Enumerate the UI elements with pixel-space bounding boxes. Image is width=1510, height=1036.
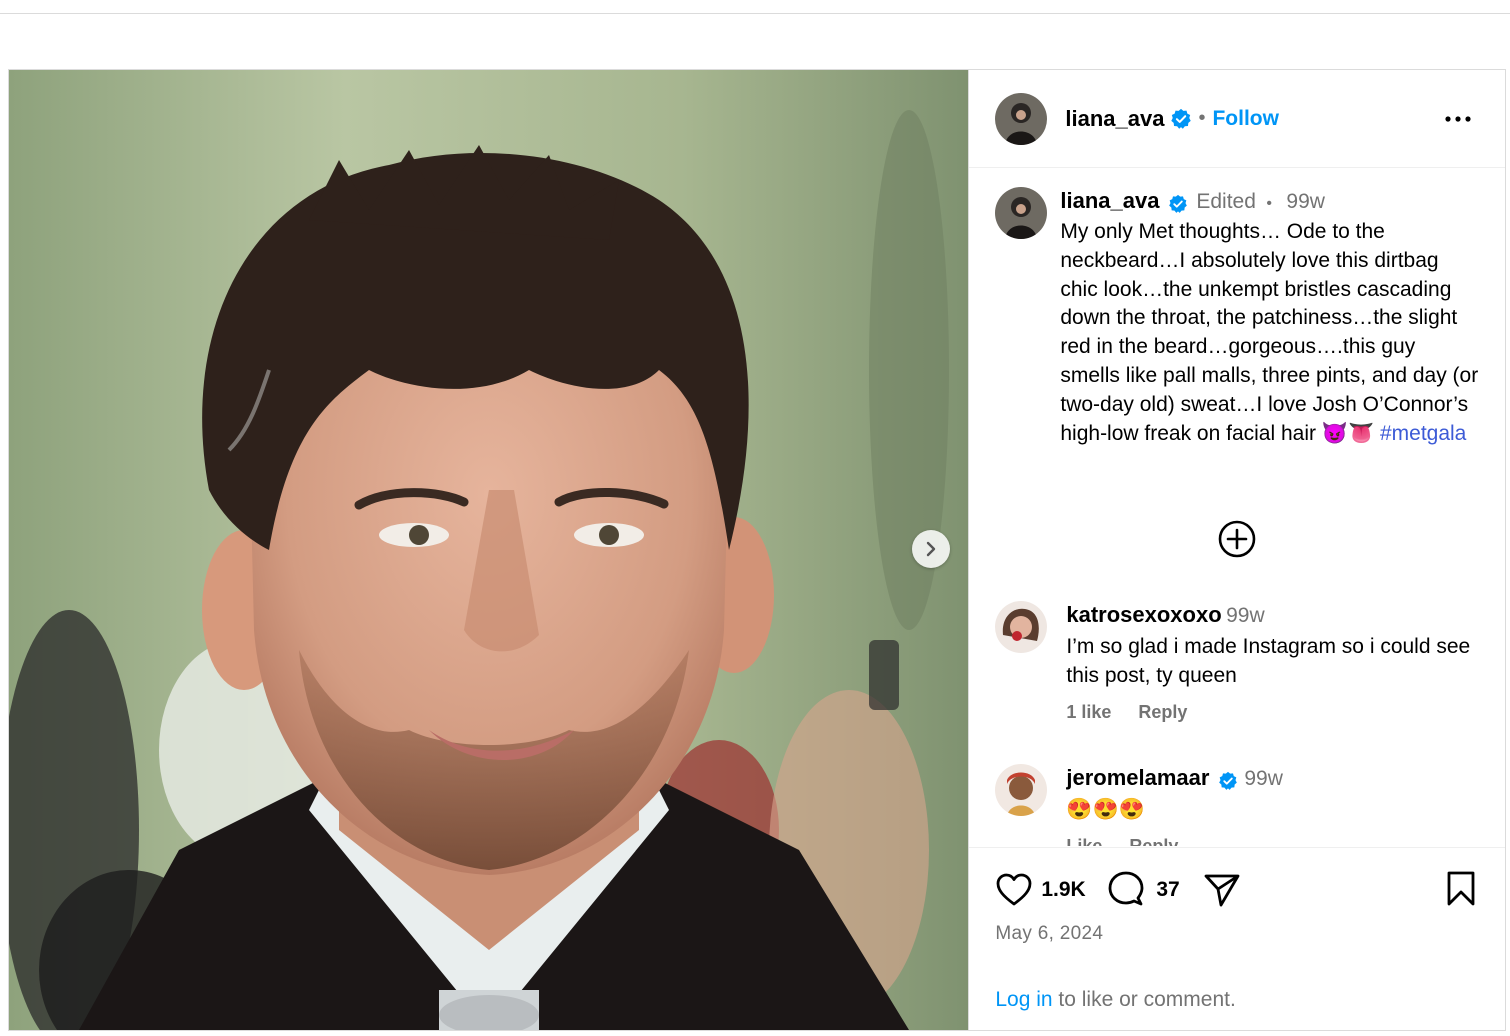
- comment-body: jeromelamaar 99w 😍😍😍 Like Reply: [1066, 764, 1486, 846]
- comment-reply-button[interactable]: Reply: [1129, 836, 1178, 846]
- caption-age[interactable]: 99w: [1286, 190, 1325, 213]
- post-actions: 1.9K 37 May 6, 2024 Log in to like or co…: [969, 847, 1505, 1030]
- caption-separator: •: [1266, 195, 1272, 212]
- comment-avatar[interactable]: [995, 601, 1048, 653]
- caption-text-body: My only Met thoughts… Ode to the neckbea…: [1060, 220, 1479, 445]
- comment-like-button[interactable]: Like: [1066, 836, 1102, 846]
- comments-scroll-area[interactable]: liana_ava Edited • 99w My only Met thoug…: [969, 169, 1505, 846]
- avatar-image: [995, 187, 1048, 239]
- post-dialog: liana_ava • Follow liana_ava Edited • 99…: [8, 69, 1506, 1031]
- verified-badge-icon: [1171, 108, 1192, 129]
- edited-label: Edited: [1196, 190, 1256, 213]
- post-photo: [9, 70, 969, 1030]
- comment-username[interactable]: jeromelamaar: [1066, 765, 1209, 790]
- comment-text: I’m so glad i made Instagram so i could …: [1066, 635, 1471, 687]
- comment-username[interactable]: katrosexoxoxo: [1066, 602, 1221, 627]
- verified-badge-icon: [1169, 194, 1187, 213]
- bookmark-icon[interactable]: [1445, 870, 1477, 908]
- comment-age[interactable]: 99w: [1244, 767, 1283, 790]
- comment-item: jeromelamaar 99w 😍😍😍 Like Reply: [995, 764, 1486, 846]
- heart-icon[interactable]: [995, 872, 1033, 908]
- caption-username[interactable]: liana_ava: [1060, 188, 1159, 213]
- comment-bubble-icon[interactable]: [1107, 870, 1145, 908]
- likes-count[interactable]: 1.9K: [1041, 878, 1085, 902]
- comment-actions: 1 like Reply: [1066, 702, 1486, 723]
- verified-badge-icon: [1219, 771, 1237, 790]
- chevron-right-icon: [926, 541, 936, 557]
- post-header: liana_ava • Follow: [969, 70, 1505, 168]
- login-link[interactable]: Log in: [995, 988, 1052, 1011]
- caption: liana_ava Edited • 99w My only Met thoug…: [995, 187, 1480, 448]
- comment-text: 😍😍😍: [1066, 798, 1145, 821]
- comment-item: katrosexoxoxo 99w I’m so glad i made Ins…: [995, 601, 1486, 723]
- hashtag-link[interactable]: #metgala: [1380, 422, 1466, 445]
- comment-age[interactable]: 99w: [1226, 604, 1265, 627]
- top-divider: [0, 13, 1510, 14]
- author-avatar[interactable]: [995, 92, 1048, 145]
- comment-likes[interactable]: 1 like: [1066, 702, 1111, 722]
- login-prompt: Log in to like or comment.: [995, 988, 1235, 1012]
- comment-body: katrosexoxoxo 99w I’m so glad i made Ins…: [1066, 601, 1486, 723]
- paper-plane-icon[interactable]: [1203, 872, 1241, 908]
- caption-text: My only Met thoughts… Ode to the neckbea…: [1060, 218, 1480, 448]
- follow-button[interactable]: Follow: [1212, 107, 1279, 131]
- caption-body: liana_ava Edited • 99w My only Met thoug…: [1060, 187, 1480, 448]
- post-media[interactable]: [9, 70, 969, 1030]
- caption-avatar[interactable]: [995, 187, 1048, 239]
- next-photo-button[interactable]: [912, 530, 950, 568]
- avatar-image: [995, 764, 1048, 816]
- comment-reply-button[interactable]: Reply: [1138, 702, 1187, 722]
- avatar-image: [995, 601, 1048, 653]
- avatar-image: [995, 92, 1048, 145]
- caption-emoji: 😈👅: [1321, 421, 1375, 445]
- post-date[interactable]: May 6, 2024: [995, 923, 1103, 945]
- post-side-panel: liana_ava • Follow liana_ava Edited • 99…: [968, 70, 1505, 1030]
- comment-avatar[interactable]: [995, 764, 1048, 816]
- login-prompt-text: to like or comment.: [1052, 988, 1236, 1011]
- author-username[interactable]: liana_ava: [1065, 106, 1164, 132]
- header-separator: •: [1198, 107, 1206, 129]
- comments-count[interactable]: 37: [1156, 878, 1179, 902]
- plus-circle-icon[interactable]: [1217, 519, 1257, 559]
- comment-actions: Like Reply: [1066, 836, 1486, 846]
- more-options-icon[interactable]: [1443, 106, 1473, 132]
